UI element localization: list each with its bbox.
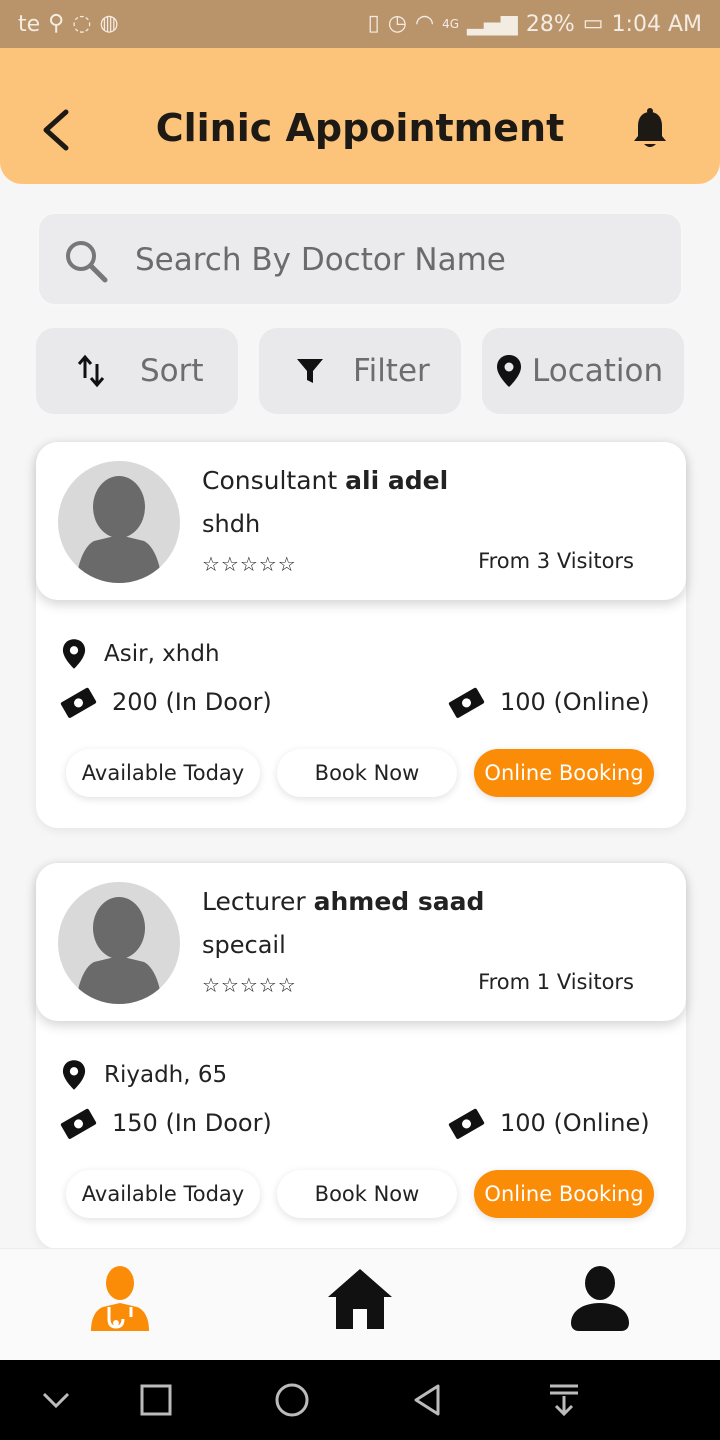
money-icon	[60, 687, 97, 718]
app-header: Clinic Appointment	[0, 48, 720, 184]
rating-stars: ☆☆☆☆☆	[202, 552, 297, 576]
battery-icon: ▭	[582, 11, 604, 36]
sort-button[interactable]: Sort	[36, 328, 238, 414]
sort-icon	[77, 354, 105, 388]
online-fee-text: 100 (Online)	[500, 1109, 650, 1137]
notification-pull-icon[interactable]	[542, 1378, 586, 1422]
indoor-fee: 150 (In Door)	[58, 1103, 272, 1143]
money-icon	[60, 1108, 97, 1139]
filter-label: Filter	[353, 353, 430, 389]
bottom-navigation	[0, 1248, 720, 1360]
doctor-name-text: ali adel	[345, 466, 449, 495]
doctor-name-text: ahmed saad	[313, 887, 485, 916]
status-bar: te ⚲ ◌ ◍ ▯ ◷ ◠ 4G ▂▄▆ 28% ▭ 1:04 AM	[0, 0, 720, 48]
status-right: ▯ ◷ ◠ 4G ▂▄▆ 28% ▭ 1:04 AM	[368, 12, 702, 37]
page-title: Clinic Appointment	[155, 106, 565, 150]
doctor-card-header: Lecturer ahmed saad specail ☆☆☆☆☆ From 1…	[36, 863, 686, 1021]
messenger-icon: ◍	[99, 11, 119, 36]
location-pin-icon	[62, 1060, 86, 1090]
system-navigation-bar	[0, 1360, 720, 1440]
doctor-title: Consultant	[202, 466, 338, 495]
available-today-button[interactable]: Available Today	[66, 1170, 260, 1218]
filter-button[interactable]: Filter	[259, 328, 461, 414]
money-icon	[448, 1108, 485, 1139]
alarm-icon: ◷	[387, 11, 407, 36]
vibrate-icon: ▯	[367, 11, 380, 36]
person-silhouette-icon	[76, 897, 162, 1004]
online-fee: 100 (Online)	[446, 682, 650, 722]
doctor-specialty: shdh	[202, 510, 261, 538]
online-booking-button[interactable]: Online Booking	[474, 1170, 654, 1218]
profile-icon[interactable]	[565, 1263, 635, 1333]
sort-label: Sort	[140, 353, 204, 389]
online-fee-text: 100 (Online)	[500, 688, 650, 716]
location-pin-icon	[62, 639, 86, 669]
network-type: 4G	[442, 17, 460, 31]
home-circle-icon[interactable]	[270, 1378, 314, 1422]
available-today-button[interactable]: Available Today	[66, 749, 260, 797]
online-booking-button[interactable]: Online Booking	[474, 749, 654, 797]
location-pin-icon	[497, 355, 521, 387]
location-label: Location	[532, 353, 664, 389]
indoor-fee: 200 (In Door)	[58, 682, 272, 722]
book-now-button[interactable]: Book Now	[277, 749, 457, 797]
search-icon	[66, 241, 108, 283]
whatsapp-icon: ◌	[72, 11, 92, 36]
clock: 1:04 AM	[611, 11, 702, 37]
doctor-specialty: specail	[202, 931, 286, 959]
home-icon[interactable]	[325, 1263, 395, 1333]
bell-icon[interactable]	[630, 108, 670, 152]
doctor-location: Asir, xhdh	[62, 638, 220, 670]
person-silhouette-icon	[76, 476, 162, 583]
location-text: Riyadh, 65	[104, 1062, 228, 1088]
filter-icon	[297, 359, 323, 383]
location-text: Asir, xhdh	[104, 641, 220, 667]
recents-icon[interactable]	[134, 1378, 178, 1422]
visitors-count: From 3 Visitors	[478, 549, 634, 573]
indoor-fee-text: 150 (In Door)	[112, 1109, 272, 1137]
online-fee: 100 (Online)	[446, 1103, 650, 1143]
doctor-icon[interactable]	[85, 1263, 155, 1333]
avatar	[58, 461, 180, 583]
search-input[interactable]	[135, 234, 655, 286]
search-bar	[37, 212, 683, 306]
location-button[interactable]: Location	[482, 328, 684, 414]
back-triangle-icon[interactable]	[406, 1378, 450, 1422]
doctor-title: Lecturer	[202, 887, 306, 916]
visitors-count: From 1 Visitors	[478, 970, 634, 994]
indoor-fee-text: 200 (In Door)	[112, 688, 272, 716]
wifi-icon: ◠	[414, 11, 435, 36]
book-now-button[interactable]: Book Now	[277, 1170, 457, 1218]
money-icon	[448, 687, 485, 718]
doctor-card-header: Consultant ali adel shdh ☆☆☆☆☆ From 3 Vi…	[36, 442, 686, 600]
avatar	[58, 882, 180, 1004]
doctor-name: Consultant ali adel	[202, 466, 448, 495]
doctor-card[interactable]: Consultant ali adel shdh ☆☆☆☆☆ From 3 Vi…	[36, 442, 686, 828]
battery-percent: 28%	[525, 11, 575, 37]
status-left: te ⚲ ◌ ◍	[18, 12, 119, 37]
rating-stars: ☆☆☆☆☆	[202, 973, 297, 997]
doctor-location: Riyadh, 65	[62, 1059, 227, 1091]
doctor-name: Lecturer ahmed saad	[202, 887, 484, 916]
carrier-text: te	[18, 11, 41, 37]
signal-icon: ▂▄▆	[467, 11, 518, 36]
chevron-down-icon[interactable]	[34, 1378, 78, 1422]
doctor-card[interactable]: Lecturer ahmed saad specail ☆☆☆☆☆ From 1…	[36, 863, 686, 1249]
usb-icon: ⚲	[48, 11, 65, 36]
